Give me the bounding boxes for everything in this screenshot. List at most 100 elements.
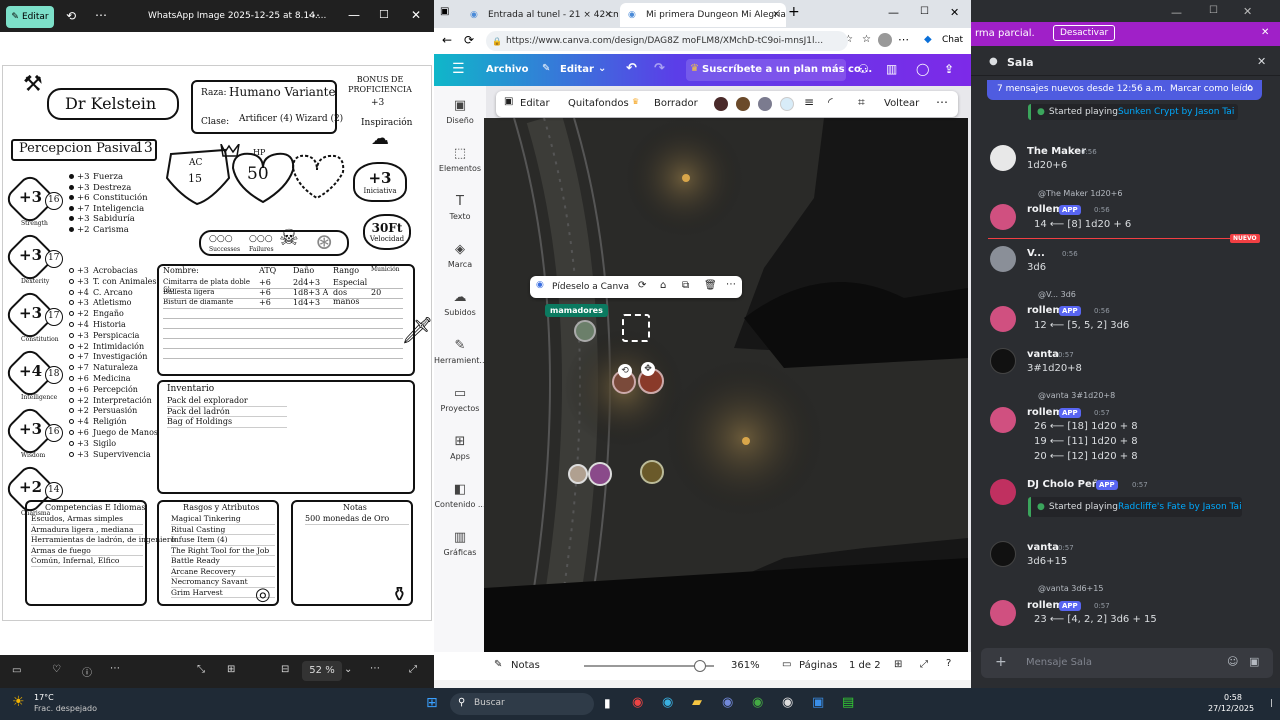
color-swatch[interactable] <box>780 97 794 111</box>
minimize-icon[interactable]: — <box>348 8 360 22</box>
remove-bg-button[interactable]: Quitafondos <box>568 98 629 109</box>
selected-token[interactable] <box>622 314 650 342</box>
flip-button[interactable]: Voltear <box>884 98 919 109</box>
reply-reference[interactable]: @vanta 3#1d20+8 <box>1038 391 1115 400</box>
corner-radius-icon[interactable]: ◜ <box>828 95 833 109</box>
rotate-handle-icon[interactable]: ⟲ <box>618 364 632 378</box>
add-icon[interactable]: + <box>995 654 1007 670</box>
reply-reference[interactable]: @vanta 3d6+15 <box>1038 584 1103 593</box>
new-messages-bar[interactable]: 7 mensajes nuevos desde 12:56 a.m. Marca… <box>987 80 1262 100</box>
avatar[interactable] <box>990 407 1016 433</box>
task-view-icon[interactable]: ▮ <box>604 696 611 710</box>
color-swatch[interactable] <box>736 97 750 111</box>
file-menu[interactable]: Archivo <box>486 64 529 75</box>
avatar[interactable] <box>990 600 1016 626</box>
avatar[interactable] <box>990 145 1016 171</box>
rotate-icon[interactable]: ⟲ <box>66 9 76 23</box>
redo-icon[interactable]: ↷ <box>654 61 665 76</box>
pages-button[interactable]: Páginas <box>799 660 838 671</box>
close-icon[interactable]: ✕ <box>604 10 612 20</box>
share-icon[interactable]: ⇪ <box>944 62 954 76</box>
sidebar-item[interactable]: ✎ Herramient... <box>434 338 487 365</box>
username[interactable]: rollem <box>1027 600 1063 611</box>
sidebar-item[interactable]: T Texto <box>434 194 486 221</box>
trash-icon[interactable]: 🗑 <box>704 280 717 291</box>
mark-read-button[interactable]: Marcar como leído <box>1170 84 1253 94</box>
username[interactable]: V... <box>1027 248 1045 259</box>
username[interactable]: rollem <box>1027 305 1063 316</box>
reply-reference[interactable]: @The Maker 1d20+6 <box>1038 189 1122 198</box>
comment-icon[interactable]: ◯ <box>916 62 929 76</box>
close-icon[interactable]: ✕ <box>772 10 780 20</box>
username[interactable]: DJ Cholo Peña <box>1027 479 1106 490</box>
username[interactable]: vanta <box>1027 349 1059 360</box>
chart-icon[interactable]: ▥ <box>886 62 897 76</box>
tab-entrada[interactable]: ◉ Entrada al tunel - 21 × 42 cm ✕ <box>462 3 618 27</box>
favorites-icon[interactable]: ☆ <box>862 34 871 45</box>
clock-time[interactable]: 0:58 <box>1224 693 1242 702</box>
move-handle-icon[interactable]: ✥ <box>641 362 655 376</box>
username[interactable]: rollem <box>1027 204 1063 215</box>
sidebar-item[interactable]: ☁ Subidos <box>434 290 486 317</box>
embed-link[interactable]: Radcliffe's Fate by Jason Tai <box>1118 502 1242 512</box>
more-icon[interactable]: ⋯ <box>726 279 736 290</box>
minimize-icon[interactable]: — <box>888 6 899 19</box>
sidebar-item[interactable]: ⊞ Apps <box>434 434 486 461</box>
border-style-icon[interactable]: ≡ <box>804 95 814 109</box>
avatar[interactable] <box>990 479 1016 505</box>
actual-size-icon[interactable]: ⊞ <box>227 664 235 675</box>
edge-icon[interactable]: ◉ <box>662 695 673 710</box>
info-icon[interactable]: ⓘ <box>82 664 92 679</box>
color-swatch[interactable] <box>714 97 728 111</box>
eraser-button[interactable]: Borrador <box>654 98 698 109</box>
embed-link[interactable]: Sunken Crypt by Jason Tai <box>1118 107 1234 117</box>
minimize-icon[interactable]: — <box>1171 6 1182 19</box>
undo-icon[interactable]: ↶ <box>626 61 637 76</box>
more-icon[interactable]: ⋯ <box>95 8 107 22</box>
duplicate-icon[interactable]: ⧉ <box>682 280 689 291</box>
clock-date[interactable]: 27/12/2025 <box>1208 704 1254 713</box>
sidebar-item[interactable]: ⬚ Elementos <box>434 146 486 173</box>
username[interactable]: rollem <box>1027 407 1063 418</box>
close-icon[interactable]: ✕ <box>411 8 421 22</box>
close-icon[interactable]: ✕ <box>950 6 959 19</box>
search-box[interactable]: ⚲ Buscar <box>450 693 594 715</box>
app-icon[interactable]: ▣ <box>812 695 824 710</box>
color-swatch[interactable] <box>758 97 772 111</box>
tab-actions-icon[interactable]: ▣ <box>440 6 449 17</box>
maximize-icon[interactable]: ☐ <box>920 6 929 17</box>
close-icon[interactable]: ✕ <box>1257 55 1266 68</box>
username[interactable]: The Maker <box>1027 146 1086 157</box>
new-tab-icon[interactable]: + <box>788 4 800 20</box>
help-icon[interactable]: ? <box>946 658 951 669</box>
fullscreen-icon[interactable]: ⤢ <box>920 659 928 670</box>
crop-icon[interactable]: ⌗ <box>858 95 865 110</box>
copilot-icon[interactable]: ◆ <box>924 34 932 45</box>
edit-menu[interactable]: Editar <box>560 64 594 75</box>
sidebar-item[interactable]: ▭ Proyectos <box>434 386 486 413</box>
chevron-down-icon[interactable]: ⌄ <box>598 63 606 74</box>
refresh-icon[interactable]: ⟳ <box>464 33 474 47</box>
more-icon[interactable]: ⋯ <box>936 95 948 109</box>
app-icon[interactable]: ◉ <box>782 695 793 710</box>
tab-dungeon[interactable]: ◉ Mi primera Dungeon Mi Alegria - ✕ <box>620 3 786 27</box>
chrome-profile-icon[interactable]: ◉ <box>752 695 763 710</box>
sidebar-item[interactable]: ▥ Gráficas <box>434 530 486 557</box>
zoom-out-icon[interactable]: ⊟ <box>281 664 289 675</box>
more-options-icon[interactable]: ⋯ <box>308 8 320 22</box>
grid-icon[interactable]: ⊞ <box>894 659 902 670</box>
show-desktop[interactable]: | <box>1270 698 1273 707</box>
start-icon[interactable]: ⊞ <box>426 695 438 711</box>
dungeon-map[interactable]: ⟲ ✥ <box>484 118 968 652</box>
discord-icon[interactable]: ◉ <box>722 695 733 710</box>
chrome-icon[interactable]: ◉ <box>632 695 643 710</box>
gif-icon[interactable]: ▣ <box>1249 655 1259 668</box>
chat-button[interactable]: Chat <box>942 35 963 45</box>
share-people-icon[interactable]: ⚇ <box>858 62 869 76</box>
refresh-icon[interactable]: ⟳ <box>638 280 646 291</box>
token-character[interactable] <box>588 462 612 486</box>
fit-icon[interactable]: ⤡ <box>197 664 205 675</box>
token-character[interactable] <box>640 460 664 484</box>
edit-image-button[interactable]: Editar <box>520 98 550 109</box>
token-character[interactable] <box>568 464 588 484</box>
